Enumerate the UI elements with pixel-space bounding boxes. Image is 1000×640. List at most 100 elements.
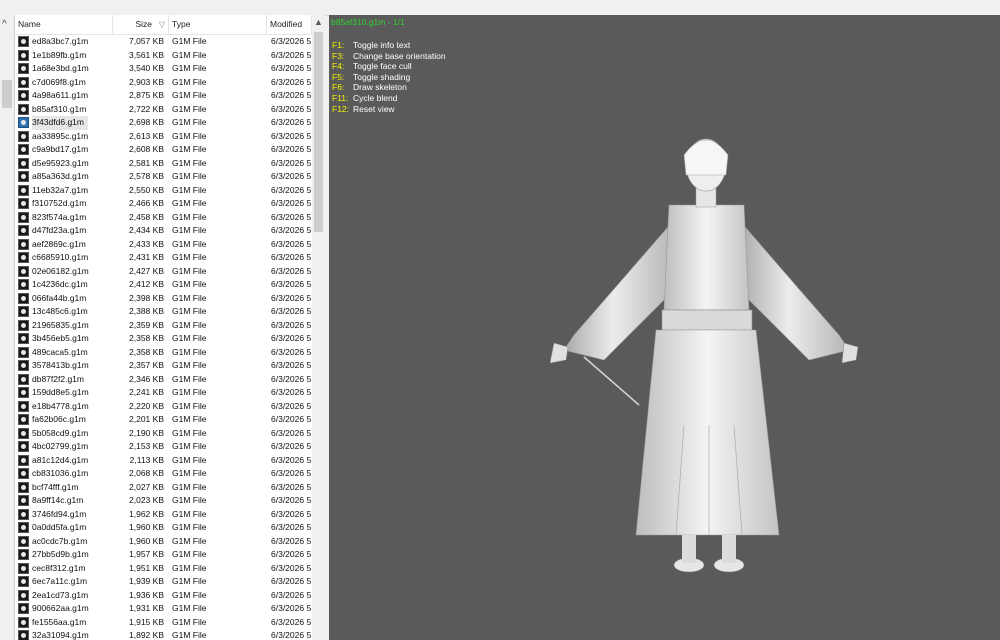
scroll-up-arrow-icon[interactable]: ▲ xyxy=(314,17,323,27)
file-row[interactable]: 11eb32a7.g1m 2,550 KB G1M File 6/3/2026 5 xyxy=(15,184,312,198)
file-modified: 6/3/2026 5 xyxy=(271,171,311,181)
file-name: 27bb5d9b.g1m xyxy=(32,549,89,559)
chevron-up-icon[interactable]: ^ xyxy=(2,19,7,30)
file-row[interactable]: 02e06182.g1m 2,427 KB G1M File 6/3/2026 5 xyxy=(15,265,312,279)
file-row[interactable]: 4a98a611.g1m 2,875 KB G1M File 6/3/2026 5 xyxy=(15,89,312,103)
file-modified: 6/3/2026 5 xyxy=(271,49,311,60)
file-row[interactable]: a81c12d4.g1m 2,113 KB G1M File 6/3/2026 5 xyxy=(15,454,312,468)
file-row[interactable]: bcf74fff.g1m 2,027 KB G1M File 6/3/2026 5 xyxy=(15,481,312,495)
file-name: c9a9bd17.g1m xyxy=(32,144,89,154)
file-row[interactable]: 1a68e3bd.g1m 3,540 KB G1M File 6/3/2026 5 xyxy=(15,62,312,76)
file-row[interactable]: 489caca5.g1m 2,358 KB G1M File 6/3/2026 5 xyxy=(15,346,312,360)
file-name: 3578413b.g1m xyxy=(32,360,89,370)
file-row[interactable]: d47fd23a.g1m 2,434 KB G1M File 6/3/2026 5 xyxy=(15,224,312,238)
g1m-file-icon xyxy=(18,427,29,439)
file-name: a81c12d4.g1m xyxy=(32,454,89,465)
file-row[interactable]: fe1556aa.g1m 1,915 KB G1M File 6/3/2026 5 xyxy=(15,616,312,630)
shortcut-key: F5: xyxy=(332,71,345,82)
file-row[interactable]: 900662aa.g1m 1,931 KB G1M File 6/3/2026 5 xyxy=(15,602,312,616)
g1m-file-icon xyxy=(18,171,29,182)
file-row[interactable]: 0a0dd5fa.g1m 1,960 KB G1M File 6/3/2026 5 xyxy=(15,521,312,535)
file-size: 2,241 KB xyxy=(129,387,164,397)
file-list-scrollbar[interactable]: ▲ xyxy=(312,15,325,640)
file-size: 2,578 KB xyxy=(129,171,164,181)
g1m-file-icon xyxy=(18,508,29,520)
shortcut-label: Toggle face cull xyxy=(353,61,412,72)
file-row[interactable]: aa33895c.g1m 2,613 KB G1M File 6/3/2026 5 xyxy=(15,130,312,144)
file-row[interactable]: 3746fd94.g1m 1,962 KB G1M File 6/3/2026 5 xyxy=(15,508,312,522)
file-row[interactable]: f310752d.g1m 2,466 KB G1M File 6/3/2026 5 xyxy=(15,197,312,211)
tree-scroll-thumb[interactable] xyxy=(2,80,12,108)
g1m-file-icon xyxy=(18,360,29,371)
shortcut-label: Draw skeleton xyxy=(353,82,407,93)
character-model[interactable] xyxy=(544,125,864,585)
file-size: 2,388 KB xyxy=(129,306,164,316)
file-modified: 6/3/2026 5 xyxy=(271,144,311,154)
column-header-modified[interactable]: Modified xyxy=(267,15,312,34)
file-row[interactable]: cb831036.g1m 2,068 KB G1M File 6/3/2026 5 xyxy=(15,467,312,481)
file-row[interactable]: 3578413b.g1m 2,357 KB G1M File 6/3/2026 5 xyxy=(15,359,312,373)
file-modified: 6/3/2026 5 xyxy=(271,130,311,141)
file-row[interactable]: 5b058cd9.g1m 2,190 KB G1M File 6/3/2026 5 xyxy=(15,427,312,441)
file-row[interactable]: c7d069f8.g1m 2,903 KB G1M File 6/3/2026 5 xyxy=(15,76,312,90)
shortcut-label: Toggle info text xyxy=(353,40,411,50)
file-row[interactable]: 8a9ff14c.g1m 2,023 KB G1M File 6/3/2026 5 xyxy=(15,494,312,508)
file-modified: 6/3/2026 5 xyxy=(271,346,311,357)
column-header-type[interactable]: Type xyxy=(169,15,267,34)
file-size: 2,358 KB xyxy=(129,346,164,357)
column-header-size[interactable]: Size ▽ xyxy=(113,15,169,34)
file-modified: 6/3/2026 5 xyxy=(271,630,311,640)
file-name: bcf74fff.g1m xyxy=(32,481,79,492)
file-name: c7d069f8.g1m xyxy=(32,76,86,87)
g1m-file-icon xyxy=(18,292,29,304)
file-size: 2,431 KB xyxy=(129,252,164,262)
file-row[interactable]: 3f43dfd6.g1m 2,698 KB G1M File 6/3/2026 5 xyxy=(15,116,312,130)
file-list-scroll-thumb[interactable] xyxy=(314,32,323,232)
file-type: G1M File xyxy=(172,225,207,235)
file-list-panel: Name Size ▽ Type Modified ed8a3bc7.g1m 7,… xyxy=(15,15,325,640)
file-row[interactable]: c6685910.g1m 2,431 KB G1M File 6/3/2026 5 xyxy=(15,251,312,265)
shortcut-label: Change base orientation xyxy=(353,50,446,61)
file-name: cb831036.g1m xyxy=(32,468,89,478)
file-type: G1M File xyxy=(172,292,207,303)
g1m-file-icon xyxy=(18,319,29,331)
file-row[interactable]: 27bb5d9b.g1m 1,957 KB G1M File 6/3/2026 5 xyxy=(15,548,312,562)
file-row[interactable]: 4bc02799.g1m 2,153 KB G1M File 6/3/2026 5 xyxy=(15,440,312,454)
file-row[interactable]: ac0cdc7b.g1m 1,960 KB G1M File 6/3/2026 5 xyxy=(15,535,312,549)
shortcut-key: F11: xyxy=(332,92,349,103)
file-row[interactable]: 13c485c6.g1m 2,388 KB G1M File 6/3/2026 5 xyxy=(15,305,312,319)
file-modified: 6/3/2026 5 xyxy=(271,454,311,465)
file-name: 3746fd94.g1m xyxy=(32,508,87,519)
file-size: 1,892 KB xyxy=(129,630,164,640)
file-row[interactable]: 159dd8e5.g1m 2,241 KB G1M File 6/3/2026 5 xyxy=(15,386,312,400)
file-row[interactable]: fa62b06c.g1m 2,201 KB G1M File 6/3/2026 5 xyxy=(15,413,312,427)
file-row[interactable]: a85a363d.g1m 2,578 KB G1M File 6/3/2026 5 xyxy=(15,170,312,184)
file-size: 1,931 KB xyxy=(129,603,164,613)
file-row[interactable]: db87f2f2.g1m 2,346 KB G1M File 6/3/2026 5 xyxy=(15,373,312,387)
file-name: e18b4778.g1m xyxy=(32,400,89,411)
file-name: 13c485c6.g1m xyxy=(32,306,88,316)
file-row[interactable]: 066fa44b.g1m 2,398 KB G1M File 6/3/2026 5 xyxy=(15,292,312,306)
file-row[interactable]: 3b456eb5.g1m 2,358 KB G1M File 6/3/2026 5 xyxy=(15,332,312,346)
file-row[interactable]: c9a9bd17.g1m 2,608 KB G1M File 6/3/2026 5 xyxy=(15,143,312,157)
file-size: 2,357 KB xyxy=(129,360,164,370)
file-row[interactable]: 2ea1cd73.g1m 1,936 KB G1M File 6/3/2026 5 xyxy=(15,589,312,603)
file-row[interactable]: 1e1b89fb.g1m 3,561 KB G1M File 6/3/2026 5 xyxy=(15,49,312,63)
file-row[interactable]: 1c4236dc.g1m 2,412 KB G1M File 6/3/2026 5 xyxy=(15,278,312,292)
file-row[interactable]: 21965835.g1m 2,359 KB G1M File 6/3/2026 5 xyxy=(15,319,312,333)
file-row[interactable]: cec8f312.g1m 1,951 KB G1M File 6/3/2026 5 xyxy=(15,562,312,576)
file-row[interactable]: ed8a3bc7.g1m 7,057 KB G1M File 6/3/2026 5 xyxy=(15,35,312,49)
file-type: G1M File xyxy=(172,63,207,73)
file-row[interactable]: 6ec7a11c.g1m 1,939 KB G1M File 6/3/2026 5 xyxy=(15,575,312,589)
file-row[interactable]: aef2869c.g1m 2,433 KB G1M File 6/3/2026 5 xyxy=(15,238,312,252)
file-name: f310752d.g1m xyxy=(32,198,87,208)
file-row[interactable]: b85af310.g1m 2,722 KB G1M File 6/3/2026 5 xyxy=(15,103,312,117)
column-header-name[interactable]: Name xyxy=(15,15,113,34)
file-row[interactable]: 32a31094.g1m 1,892 KB G1M File 6/3/2026 5 xyxy=(15,629,312,640)
file-row[interactable]: e18b4778.g1m 2,220 KB G1M File 6/3/2026 5 xyxy=(15,400,312,414)
file-row[interactable]: 823f574a.g1m 2,458 KB G1M File 6/3/2026 5 xyxy=(15,211,312,225)
model-viewport[interactable]: b85af310.g1m - 1/1 F1: Toggle info text F3… xyxy=(329,15,1000,640)
file-type: G1M File xyxy=(172,157,207,168)
file-row[interactable]: d5e95923.g1m 2,581 KB G1M File 6/3/2026 5 xyxy=(15,157,312,171)
file-type: G1M File xyxy=(172,468,207,478)
